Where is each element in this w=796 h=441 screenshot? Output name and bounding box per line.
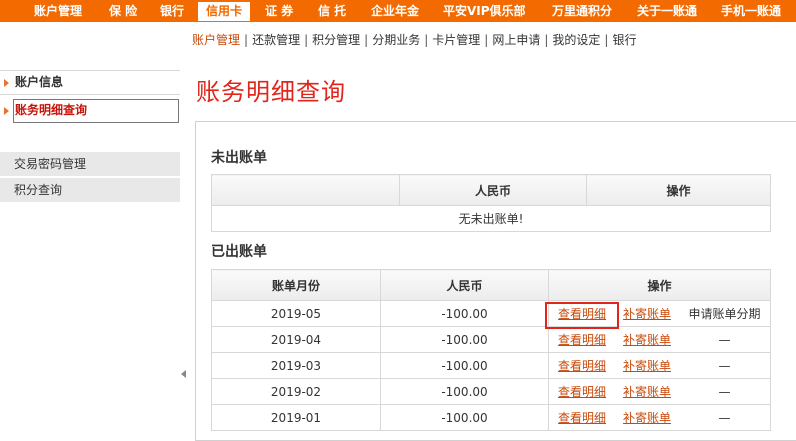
subnav-installment[interactable]: 分期业务 xyxy=(372,33,420,47)
installment-cell: — xyxy=(679,352,771,379)
column-header: 账单月份 xyxy=(211,269,381,301)
subnav-separator: | xyxy=(304,33,309,47)
month-cell: 2019-01 xyxy=(211,404,381,431)
installment-cell: — xyxy=(679,326,771,353)
topnav-wanlitong-points[interactable]: 万里通积分 xyxy=(552,0,612,22)
sidebar-divider xyxy=(0,94,180,95)
topnav-mobile[interactable]: 手机一账通 xyxy=(721,0,781,22)
sidebar-item-label: 账务明细查询 xyxy=(15,103,88,117)
page-title: 账务明细查询 xyxy=(196,78,346,106)
highlight-box xyxy=(545,302,619,329)
topnav-insurance[interactable]: 保 险 xyxy=(109,0,137,22)
resend-statement-link[interactable]: 补寄账单 xyxy=(623,307,671,321)
topnav-account-management[interactable]: 账户管理 xyxy=(34,0,82,22)
view-details-link[interactable]: 查看明细 xyxy=(558,411,606,425)
topnav-enterprise-annuity[interactable]: 企业年金 xyxy=(371,0,419,22)
table-row: 2019-02 -100.00 查看明细 补寄账单 — xyxy=(211,378,771,405)
month-cell: 2019-04 xyxy=(211,326,381,353)
sidebar-item-account-info[interactable]: 账户信息 xyxy=(0,71,63,93)
table-row: 2019-05 -100.00 查看明细 补寄账单 申请账单分期 xyxy=(211,300,771,327)
sidebar-link-points-query[interactable]: 积分查询 xyxy=(0,178,180,202)
subnav-online-apply[interactable]: 网上申请 xyxy=(492,33,540,47)
sidebar-item-label: 账户信息 xyxy=(15,75,64,89)
triangle-right-icon xyxy=(4,78,9,87)
view-details-link[interactable]: 查看明细 xyxy=(558,385,606,399)
top-nav-bar: 账户管理 保 险 银行 信用卡 证 券 信 托 企业年金 平安VIP俱乐部 万里… xyxy=(0,0,796,22)
topnav-vip-club[interactable]: 平安VIP俱乐部 xyxy=(443,0,526,22)
month-cell: 2019-03 xyxy=(211,352,381,379)
resend-statement-link[interactable]: 补寄账单 xyxy=(623,385,671,399)
installment-cell: — xyxy=(679,378,771,405)
billed-section-title: 已出账单 xyxy=(211,244,267,260)
apply-installment-link[interactable]: 申请账单分期 xyxy=(679,300,771,327)
topnav-about[interactable]: 关于一账通 xyxy=(637,0,697,22)
subnav-card-management[interactable]: 卡片管理 xyxy=(432,33,480,47)
column-header: 操作 xyxy=(586,174,771,206)
topnav-securities[interactable]: 证 券 xyxy=(265,0,293,22)
table-row: 2019-04 -100.00 查看明细 补寄账单 — xyxy=(211,326,771,353)
column-header: 人民币 xyxy=(399,174,587,206)
column-header: 操作 xyxy=(548,269,771,301)
subnav-repayment[interactable]: 还款管理 xyxy=(252,33,300,47)
subnav-separator: | xyxy=(544,33,549,47)
subnav-separator: | xyxy=(244,33,249,47)
subnav-separator: | xyxy=(424,33,429,47)
resend-statement-link[interactable]: 补寄账单 xyxy=(623,411,671,425)
subnav-separator: | xyxy=(484,33,489,47)
unbilled-section-title: 未出账单 xyxy=(211,150,267,166)
subnav-separator: | xyxy=(364,33,369,47)
empty-message: 无未出账单! xyxy=(211,205,771,232)
column-header: 人民币 xyxy=(380,269,549,301)
topnav-bank[interactable]: 银行 xyxy=(160,0,184,22)
amount-cell: -100.00 xyxy=(380,300,549,327)
subnav-points[interactable]: 积分管理 xyxy=(312,33,360,47)
column-header xyxy=(211,174,400,206)
view-details-link[interactable]: 查看明细 xyxy=(558,359,606,373)
collapse-left-icon[interactable] xyxy=(181,370,186,378)
subnav-account-management[interactable]: 账户管理 xyxy=(192,33,240,47)
subnav-my-settings[interactable]: 我的设定 xyxy=(552,33,600,47)
sub-nav: 账户管理 | 还款管理 | 积分管理 | 分期业务 | 卡片管理 | 网上申请 | 我的设定 | 银行 xyxy=(192,31,636,49)
table-row: 2019-03 -100.00 查看明细 补寄账单 — xyxy=(211,352,771,379)
triangle-right-icon xyxy=(4,106,9,115)
sidebar-item-statement-query[interactable]: 账务明细查询 xyxy=(0,99,87,121)
subnav-separator: | xyxy=(604,33,609,47)
amount-cell: -100.00 xyxy=(380,378,549,405)
resend-statement-link[interactable]: 补寄账单 xyxy=(623,359,671,373)
topnav-trust[interactable]: 信 托 xyxy=(318,0,346,22)
amount-cell: -100.00 xyxy=(380,352,549,379)
view-details-link[interactable]: 查看明细 xyxy=(558,333,606,347)
sidebar-link-transaction-password[interactable]: 交易密码管理 xyxy=(0,152,180,176)
billed-table: 账单月份 人民币 操作 2019-05 -100.00 查看明细 补寄账单 申请… xyxy=(211,269,771,431)
amount-cell: -100.00 xyxy=(380,326,549,353)
subnav-bank[interactable]: 银行 xyxy=(612,33,636,47)
amount-cell: -100.00 xyxy=(380,404,549,431)
table-row: 2019-01 -100.00 查看明细 补寄账单 — xyxy=(211,404,771,431)
installment-cell: — xyxy=(679,404,771,431)
unbilled-table: 人民币 操作 无未出账单! xyxy=(211,174,771,232)
month-cell: 2019-02 xyxy=(211,378,381,405)
month-cell: 2019-05 xyxy=(211,300,381,327)
topnav-credit-card[interactable]: 信用卡 xyxy=(198,2,251,21)
resend-statement-link[interactable]: 补寄账单 xyxy=(623,333,671,347)
